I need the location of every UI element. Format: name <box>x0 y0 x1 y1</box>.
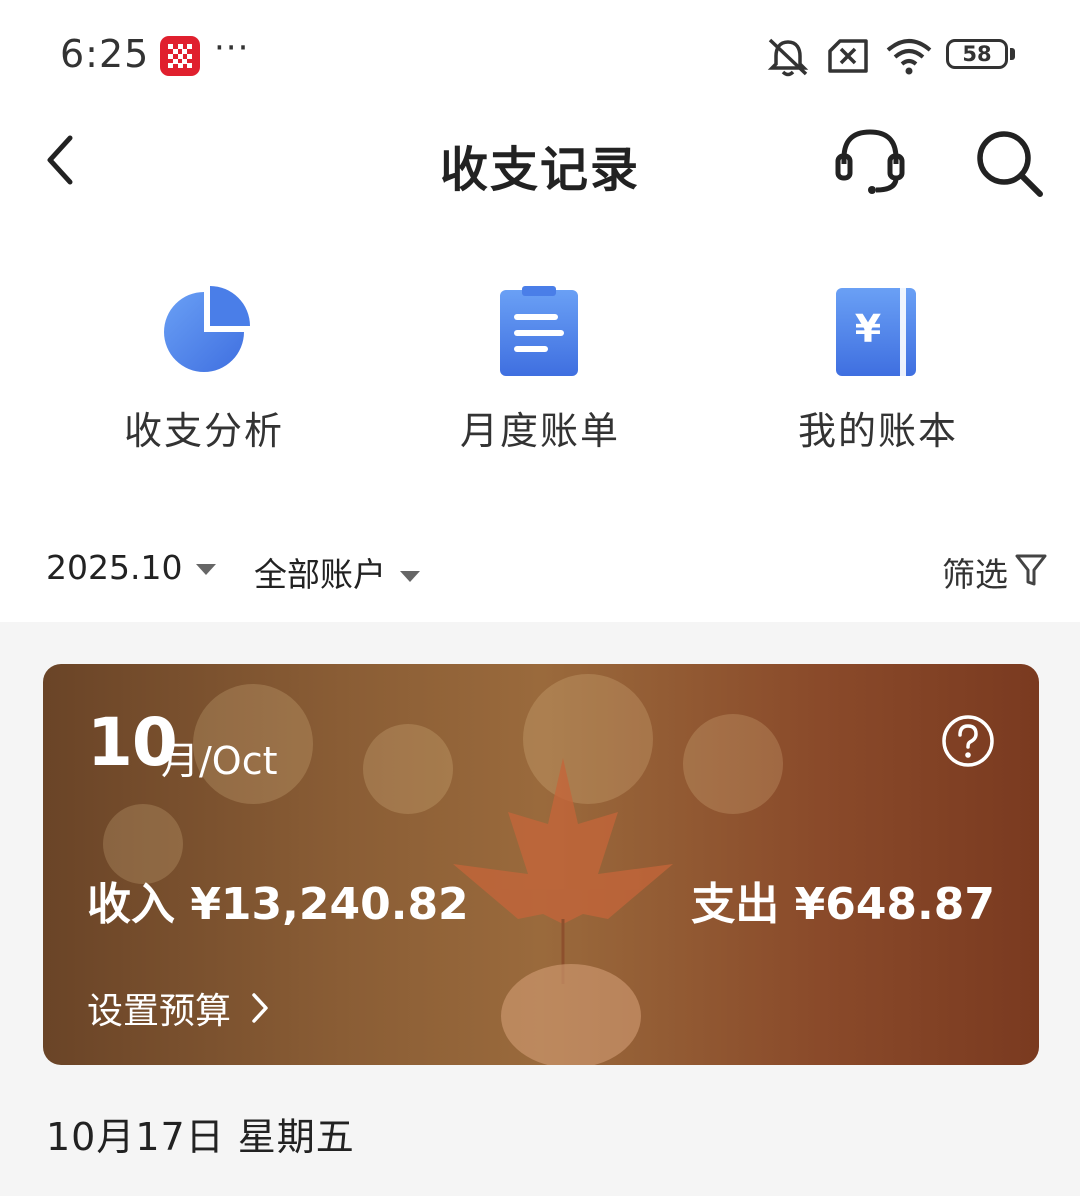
account-filter-value: 全部账户 <box>254 555 386 594</box>
caret-down-icon <box>400 571 420 582</box>
clipboard-icon <box>500 286 578 376</box>
quick-action-monthly-bill[interactable]: 月度账单 <box>420 280 660 455</box>
funnel-icon[interactable] <box>1014 552 1048 588</box>
battery-level: 58 <box>962 42 992 66</box>
sim-off-icon <box>828 39 868 73</box>
set-budget-label: 设置预算 <box>87 991 232 1032</box>
income-total: 收入 ¥13,240.82 <box>87 879 469 930</box>
caret-down-icon <box>196 564 217 575</box>
quick-action-label: 月度账单 <box>459 409 620 453</box>
filter-button[interactable]: 筛选 <box>942 548 1008 596</box>
quick-action-my-ledger[interactable]: ¥ 我的账本 <box>758 280 998 455</box>
date-filter-dropdown[interactable]: 2025.10 <box>46 548 217 587</box>
app-notification-icon <box>160 36 200 76</box>
status-time: 6:25 <box>60 32 150 76</box>
account-filter-dropdown[interactable]: 全部账户 <box>254 548 420 596</box>
wifi-icon <box>886 39 932 75</box>
quick-action-analysis[interactable]: 收支分析 <box>84 280 324 455</box>
chevron-right-icon <box>252 993 269 1023</box>
battery-icon: 58 <box>946 39 1008 69</box>
quick-action-label: 我的账本 <box>797 409 958 453</box>
mute-icon <box>767 38 809 77</box>
headset-icon[interactable] <box>830 124 910 200</box>
battery-cap <box>1010 48 1015 60</box>
help-icon[interactable] <box>941 714 995 768</box>
expense-total: 支出 ¥648.87 <box>691 879 995 930</box>
monthly-summary-card: 10 月/Oct 收入 ¥13,240.82 支出 ¥648.87 设置预算 <box>43 664 1039 1065</box>
set-budget-link[interactable]: 设置预算 <box>87 982 270 1034</box>
filter-label: 筛选 <box>942 555 1008 594</box>
search-icon[interactable] <box>968 124 1048 200</box>
svg-text:¥: ¥ <box>855 307 881 351</box>
status-more: ··· <box>214 28 250 68</box>
month-label: 月/Oct <box>161 739 278 783</box>
pie-chart-icon <box>164 286 250 372</box>
status-bar: 6:25 ··· 58 <box>0 28 1080 84</box>
date-filter-value: 2025.10 <box>46 548 183 587</box>
ledger-icon: ¥ <box>836 288 916 376</box>
transaction-date-heading: 10月17日 星期五 <box>46 1115 355 1159</box>
quick-action-label: 收支分析 <box>123 409 284 453</box>
page-title: 收支记录 <box>439 142 640 198</box>
